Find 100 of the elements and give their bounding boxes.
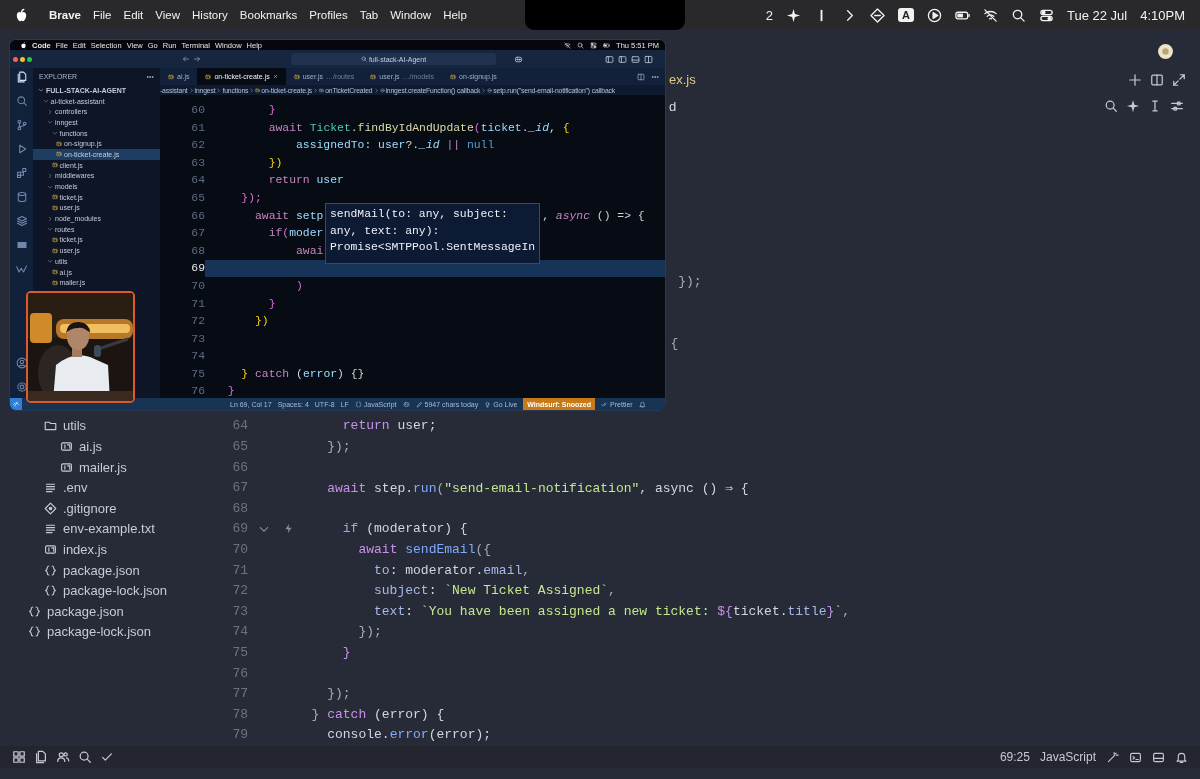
menu-item[interactable]: History	[192, 9, 228, 21]
forward-icon[interactable]	[193, 55, 201, 63]
robot-icon[interactable]	[514, 54, 523, 64]
line-number: 70	[190, 279, 205, 292]
hover-tooltip: sendMail(to: any, subject: any, text: any): Promise<SMTPPool.SentMessageIn	[325, 203, 541, 264]
diamond-icon	[44, 501, 57, 515]
file-tree-item[interactable]: .gitignore	[0, 498, 230, 519]
code-line: }	[227, 385, 235, 398]
panel-icon[interactable]	[15, 239, 28, 251]
split-icon[interactable]	[637, 72, 645, 81]
search-icon[interactable]	[577, 41, 585, 49]
expand-icon[interactable]	[1172, 72, 1186, 87]
file-tree-item[interactable]: package.json	[0, 601, 230, 622]
sparkle-icon[interactable]	[786, 7, 801, 23]
input-source[interactable]: A	[898, 8, 914, 22]
menu-item[interactable]: Edit	[123, 9, 144, 21]
menu-item[interactable]: Window	[390, 9, 432, 21]
branch-icon[interactable]	[15, 119, 28, 131]
wifi-off-icon[interactable]	[982, 7, 998, 23]
file-tree-item[interactable]: .env	[0, 477, 230, 499]
clock-time[interactable]: 4:10PM	[1140, 7, 1185, 23]
line-number: 78	[231, 706, 248, 722]
sidebar-icon[interactable]	[605, 54, 614, 64]
tab-title[interactable]: ex.js	[669, 72, 696, 87]
chevron-icon	[373, 87, 379, 93]
wand-icon[interactable]	[1106, 750, 1119, 764]
menu-item[interactable]: Bookmarks	[239, 9, 298, 21]
wifi-off-icon[interactable]	[564, 41, 572, 49]
cursor-position[interactable]: 69:25	[999, 750, 1030, 764]
blocks-icon[interactable]	[15, 167, 28, 179]
grid-icon[interactable]	[12, 750, 26, 764]
bell-icon[interactable]	[638, 400, 646, 408]
split-icon[interactable]	[644, 54, 653, 64]
search-icon[interactable]	[1104, 99, 1118, 113]
apple-icon[interactable]	[20, 41, 27, 49]
file-tree-item[interactable]: package-lock.json	[0, 580, 230, 602]
toggles-icon[interactable]	[590, 41, 598, 49]
file-icon	[370, 73, 377, 80]
file-tree-item[interactable]: package.json	[0, 559, 230, 581]
line-number: 74	[231, 624, 248, 640]
file-tree-item[interactable]: mailer.js	[0, 456, 230, 478]
split-icon[interactable]	[1150, 72, 1164, 87]
menu-item[interactable]: Tab	[359, 9, 379, 21]
sparkle-icon[interactable]	[1126, 99, 1140, 113]
braces-icon	[28, 625, 41, 639]
search-icon[interactable]	[78, 750, 92, 764]
status-item[interactable]: 2	[765, 7, 773, 23]
avatar-icon[interactable]	[1157, 42, 1174, 60]
sidebar-icon[interactable]	[618, 54, 627, 64]
line-number: 76	[231, 665, 248, 681]
file-tree-item[interactable]: env-example.txt	[0, 518, 230, 540]
clock-date[interactable]: Tue 22 Jul	[1066, 7, 1128, 23]
code-line: assignedTo: user?._id || null	[296, 139, 495, 152]
code-line: } catch (error) {}	[241, 367, 365, 380]
files-icon[interactable]	[34, 750, 48, 764]
menu-item[interactable]: View	[155, 9, 181, 21]
code-line: }	[268, 297, 276, 310]
back-icon[interactable]	[182, 55, 190, 63]
menu-item[interactable]: File	[92, 9, 112, 21]
play-icon[interactable]	[926, 7, 942, 23]
code-line: await setp	[255, 209, 324, 222]
files-icon[interactable]	[15, 71, 28, 83]
plus-icon[interactable]	[1128, 72, 1142, 87]
code-line: }	[268, 104, 276, 116]
file-tree-item[interactable]: package-lock.json	[0, 621, 230, 643]
remote-button[interactable]	[10, 398, 22, 410]
terminal-icon[interactable]	[1129, 750, 1142, 764]
people-icon[interactable]	[56, 750, 70, 764]
toggles-icon[interactable]	[1038, 7, 1054, 23]
file-icon	[44, 543, 57, 557]
wave-icon[interactable]	[15, 263, 28, 275]
menu-item[interactable]: Help	[443, 9, 467, 21]
diamond-icon[interactable]	[870, 7, 885, 23]
settings-icon[interactable]	[15, 381, 28, 393]
code-line: to: moderator.email,	[374, 562, 531, 578]
search-icon[interactable]	[1010, 7, 1026, 23]
file-tree-item[interactable]: index.js	[0, 539, 230, 560]
close-icon[interactable]	[272, 74, 278, 79]
language-mode[interactable]: JavaScript	[1039, 750, 1096, 764]
line-number: 75	[190, 367, 205, 380]
check-icon[interactable]	[100, 750, 114, 764]
apple-icon[interactable]	[14, 7, 29, 23]
menu-item[interactable]: Profiles	[309, 9, 348, 21]
battery-icon[interactable]	[603, 41, 611, 49]
account-icon[interactable]	[15, 357, 28, 369]
layers-icon[interactable]	[15, 215, 28, 227]
file-tree-item[interactable]: utils	[0, 415, 230, 437]
code-line: if(moder	[268, 227, 324, 240]
panel-icon[interactable]	[631, 54, 640, 64]
database-icon[interactable]	[15, 191, 28, 203]
line-number: 69	[190, 262, 205, 275]
line-number: 72	[231, 583, 248, 599]
file-tree-item[interactable]: ai.js	[0, 436, 230, 457]
bell-icon[interactable]	[1175, 750, 1188, 764]
sliders-icon[interactable]	[1170, 99, 1184, 113]
panel-icon[interactable]	[1152, 750, 1165, 764]
bulb-icon	[484, 400, 492, 408]
breadcrumb-item[interactable]: d	[669, 98, 677, 114]
line-number: 79	[231, 727, 248, 743]
app-menu[interactable]: Brave	[49, 9, 81, 21]
